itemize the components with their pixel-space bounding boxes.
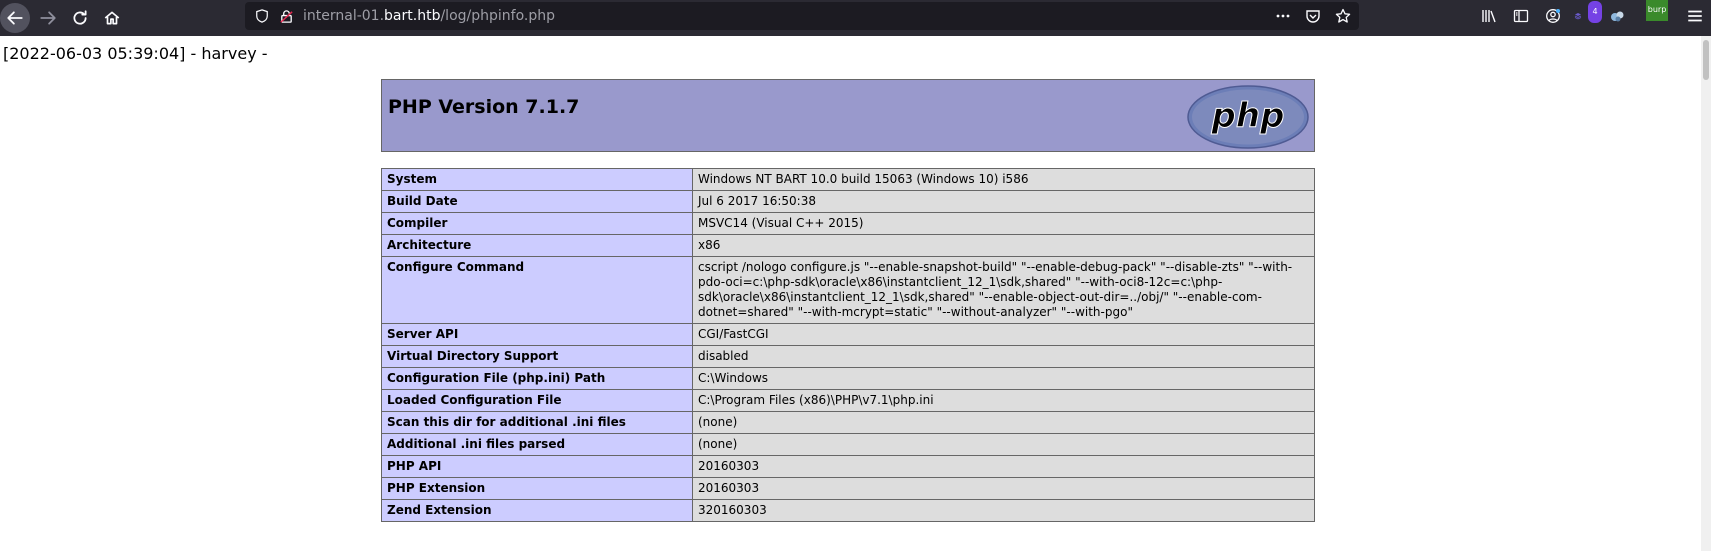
row-value: 20160303 bbox=[692, 455, 1315, 478]
row-value: (none) bbox=[692, 411, 1315, 434]
reload-button[interactable] bbox=[64, 2, 96, 34]
row-value: disabled bbox=[692, 345, 1315, 368]
burp-icon[interactable]: burp bbox=[1638, 0, 1668, 27]
back-button[interactable] bbox=[0, 3, 30, 33]
account-icon[interactable] bbox=[1542, 5, 1564, 27]
url-text[interactable]: internal-01.bart.htb/log/phpinfo.php bbox=[303, 8, 555, 24]
row-key: Scan this dir for additional .ini files bbox=[381, 411, 693, 434]
hamburger-menu-icon bbox=[1688, 10, 1702, 22]
toolbar-right-icons: 4 burp bbox=[1478, 0, 1668, 32]
table-row: Compiler MSVC14 (Visual C++ 2015) bbox=[381, 212, 1315, 235]
table-row: Configure Command cscript /nologo configu… bbox=[381, 256, 1315, 324]
page-actions-icon[interactable] bbox=[1273, 6, 1293, 26]
home-icon bbox=[104, 11, 120, 25]
scrollbar-thumb[interactable] bbox=[1703, 40, 1709, 80]
row-key: Server API bbox=[381, 323, 693, 346]
tracking-protection-icon[interactable] bbox=[253, 7, 271, 25]
info-table: System Windows NT BART 10.0 build 15063 (… bbox=[381, 168, 1315, 522]
table-row: PHP Extension 20160303 bbox=[381, 477, 1315, 500]
table-row: Loaded Configuration File C:\Program File… bbox=[381, 389, 1315, 412]
row-value: 320160303 bbox=[692, 499, 1315, 522]
reload-icon bbox=[73, 10, 87, 25]
php-header: PHP Version 7.1.7 php bbox=[381, 79, 1315, 152]
menu-button[interactable] bbox=[1679, 0, 1711, 32]
url-host: bart.htb bbox=[384, 8, 441, 24]
arrow-right-icon bbox=[40, 11, 56, 25]
row-key: Architecture bbox=[381, 234, 693, 257]
forward-button[interactable] bbox=[32, 2, 64, 34]
row-key: Configure Command bbox=[381, 256, 693, 324]
table-row: Server API CGI/FastCGI bbox=[381, 323, 1315, 346]
table-row: Configuration File (php.ini) Path C:\Wind… bbox=[381, 367, 1315, 390]
insecure-lock-icon[interactable] bbox=[277, 7, 295, 25]
row-value: cscript /nologo configure.js "--enable-s… bbox=[692, 256, 1315, 324]
row-key: Configuration File (php.ini) Path bbox=[381, 367, 693, 390]
table-row: Zend Extension 320160303 bbox=[381, 499, 1315, 522]
pocket-icon[interactable] bbox=[1303, 6, 1323, 26]
php-logo[interactable]: php bbox=[1187, 85, 1309, 149]
row-key: Compiler bbox=[381, 212, 693, 235]
row-key: Additional .ini files parsed bbox=[381, 433, 693, 456]
row-value: Jul 6 2017 16:50:38 bbox=[692, 190, 1315, 213]
row-value: CGI/FastCGI bbox=[692, 323, 1315, 346]
extension-badge: 4 bbox=[1588, 1, 1602, 23]
foxyproxy-icon[interactable] bbox=[1606, 5, 1628, 27]
page-scrollbar[interactable] bbox=[1701, 36, 1711, 551]
url-bar[interactable]: internal-01.bart.htb/log/phpinfo.php bbox=[245, 2, 1359, 30]
bookmark-star-icon[interactable] bbox=[1333, 6, 1353, 26]
library-icon[interactable] bbox=[1478, 5, 1500, 27]
url-path: /log/phpinfo.php bbox=[440, 8, 555, 24]
table-row: PHP API 20160303 bbox=[381, 455, 1315, 478]
row-value: MSVC14 (Visual C++ 2015) bbox=[692, 212, 1315, 235]
row-key: PHP API bbox=[381, 455, 693, 478]
phpinfo-container: PHP Version 7.1.7 php System Windows NT B… bbox=[381, 79, 1315, 522]
row-key: PHP Extension bbox=[381, 477, 693, 500]
svg-text:php: php bbox=[1211, 96, 1285, 136]
row-value: (none) bbox=[692, 433, 1315, 456]
row-key: System bbox=[381, 168, 693, 191]
row-key: Loaded Configuration File bbox=[381, 389, 693, 412]
row-value: x86 bbox=[692, 234, 1315, 257]
table-row: Scan this dir for additional .ini files(… bbox=[381, 411, 1315, 434]
table-row: System Windows NT BART 10.0 build 15063 (… bbox=[381, 168, 1315, 191]
table-row: Architecture x86 bbox=[381, 234, 1315, 257]
arrow-left-icon bbox=[7, 11, 23, 25]
url-prefix: internal-01. bbox=[303, 8, 385, 24]
page-title: PHP Version 7.1.7 bbox=[388, 96, 580, 118]
extension-icon[interactable]: 4 bbox=[1574, 1, 1602, 27]
row-key: Zend Extension bbox=[381, 499, 693, 522]
row-value: Windows NT BART 10.0 build 15063 (Window… bbox=[692, 168, 1315, 191]
home-button[interactable] bbox=[96, 2, 128, 34]
browser-toolbar: internal-01.bart.htb/log/phpinfo.php 4 b… bbox=[0, 0, 1711, 36]
table-row: Additional .ini files parsed (none) bbox=[381, 433, 1315, 456]
row-value: 20160303 bbox=[692, 477, 1315, 500]
row-value: C:\Windows bbox=[692, 367, 1315, 390]
row-key: Build Date bbox=[381, 190, 693, 213]
sidebar-icon[interactable] bbox=[1510, 5, 1532, 27]
row-key: Virtual Directory Support bbox=[381, 345, 693, 368]
table-row: Build Date Jul 6 2017 16:50:38 bbox=[381, 190, 1315, 213]
url-actions bbox=[1273, 2, 1353, 30]
row-value: C:\Program Files (x86)\PHP\v7.1\php.ini bbox=[692, 389, 1315, 412]
table-row: Virtual Directory Support disabled bbox=[381, 345, 1315, 368]
burp-badge: burp bbox=[1646, 0, 1668, 21]
log-line: [2022-06-03 05:39:04] - harvey - bbox=[3, 44, 268, 63]
